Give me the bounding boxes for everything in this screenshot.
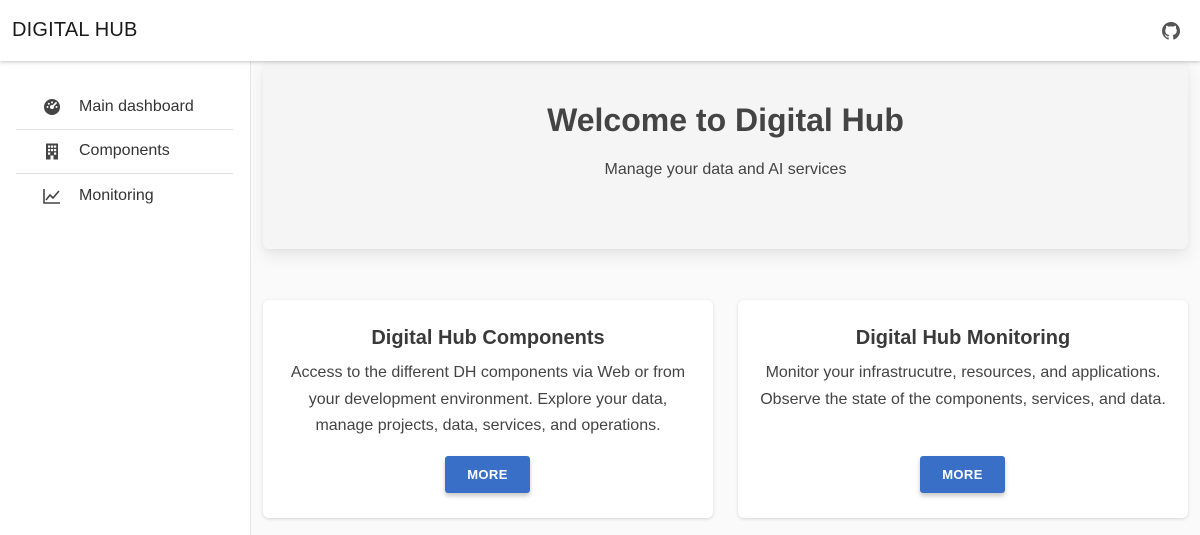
components-more-button[interactable]: MORE [445,456,530,493]
card-description: Monitor your infrastrucutre, resources, … [760,364,1166,408]
card-title: Digital Hub Monitoring [855,327,1071,349]
page-subtitle: Manage your data and AI services [604,161,847,178]
page-title: Welcome to Digital Hub [547,102,904,138]
card-title: Digital Hub Components [371,327,605,349]
app-bar: DIGITAL HUB [0,0,1200,61]
line-chart-icon [42,186,62,206]
components-card: Digital Hub Components Access to the dif… [263,300,713,518]
sidebar-item-main-dashboard[interactable]: Main dashboard [16,85,233,130]
sidebar-item-components[interactable]: Components [16,130,233,174]
github-icon[interactable] [1161,21,1181,41]
sidebar-item-label: Components [79,142,170,160]
sidebar-nav: Main dashboard Components Monitoring [16,85,233,219]
card-description: Access to the different DH components vi… [290,364,686,434]
monitoring-more-button[interactable]: MORE [920,456,1005,493]
app-title: DIGITAL HUB [12,19,138,41]
building-icon [42,141,62,161]
sidebar-item-monitoring[interactable]: Monitoring [16,174,233,219]
sidebar-item-label: Main dashboard [79,97,194,115]
dashboard-gauge-icon [42,97,62,117]
sidebar-item-label: Monitoring [79,187,154,205]
monitoring-card: Digital Hub Monitoring Monitor your infr… [738,300,1188,518]
welcome-banner: Welcome to Digital Hub Manage your data … [263,61,1188,249]
sidebar: Main dashboard Components Monitoring [0,61,251,535]
